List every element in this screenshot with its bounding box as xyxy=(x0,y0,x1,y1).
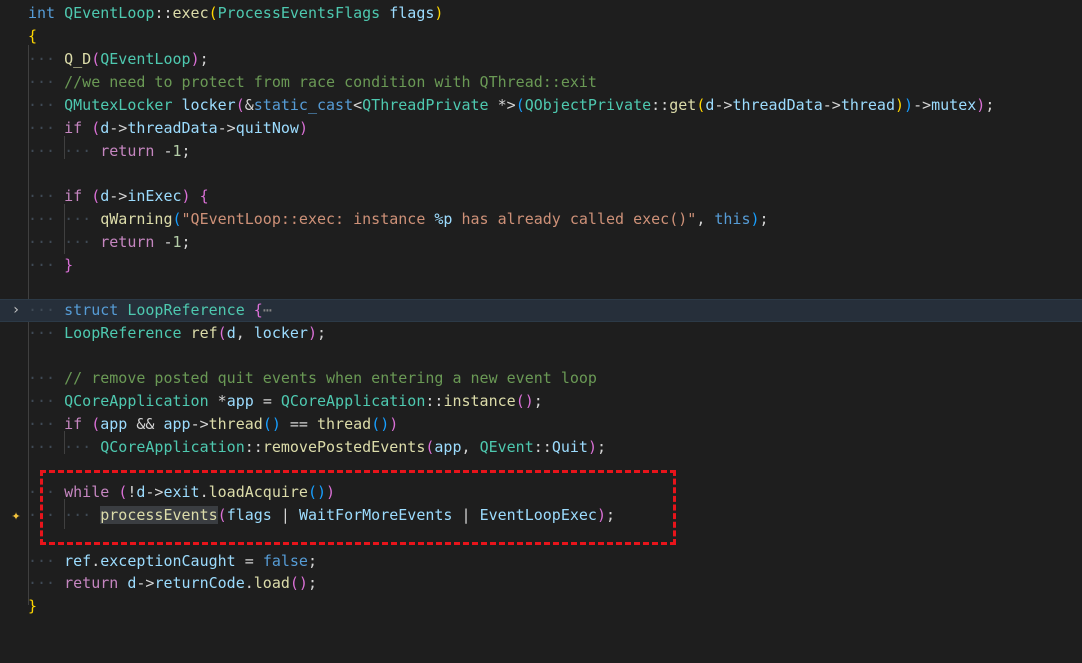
chevron-right-icon[interactable]: › xyxy=(9,300,23,321)
collapsed-region-marker[interactable]: ⋯ xyxy=(263,301,272,319)
code-line[interactable]: ··· //we need to protect from race condi… xyxy=(0,71,1082,94)
code-line[interactable] xyxy=(0,459,1082,482)
code-line[interactable]: ··· ··· return -1; xyxy=(0,140,1082,163)
code-line[interactable]: ··· LoopReference ref(d, locker); xyxy=(0,322,1082,345)
code-editor[interactable]: int QEventLoop::exec(ProcessEventsFlags … xyxy=(0,0,1082,632)
code-line[interactable]: ··· ··· return -1; xyxy=(0,231,1082,254)
code-line[interactable]: ··· // remove posted quit events when en… xyxy=(0,367,1082,390)
code-line[interactable]: ··· while (!d->exit.loadAcquire()) xyxy=(0,481,1082,504)
code-line[interactable]: ··· if (d->inExec) { xyxy=(0,185,1082,208)
code-line[interactable]: { xyxy=(0,25,1082,48)
code-line[interactable]: } xyxy=(0,595,1082,618)
code-line[interactable]: ✦ ··· ··· processEvents(flags | WaitForM… xyxy=(0,504,1082,527)
code-line[interactable] xyxy=(0,277,1082,300)
code-line[interactable]: ··· if (app && app->thread() == thread()… xyxy=(0,413,1082,436)
code-line[interactable] xyxy=(0,527,1082,550)
code-line-folded[interactable]: › ··· struct LoopReference {⋯ xyxy=(0,299,1082,322)
code-line[interactable]: ··· ··· QCoreApplication::removePostedEv… xyxy=(0,436,1082,459)
code-line[interactable]: ··· QMutexLocker locker(&static_cast<QTh… xyxy=(0,94,1082,117)
code-line[interactable]: ··· ··· qWarning("QEventLoop::exec: inst… xyxy=(0,208,1082,231)
sparkle-icon[interactable]: ✦ xyxy=(9,504,23,527)
code-line[interactable]: ··· QCoreApplication *app = QCoreApplica… xyxy=(0,390,1082,413)
code-line[interactable]: ··· ref.exceptionCaught = false; xyxy=(0,550,1082,573)
code-line[interactable] xyxy=(0,163,1082,186)
code-line[interactable] xyxy=(0,345,1082,368)
code-line[interactable]: ··· if (d->threadData->quitNow) xyxy=(0,117,1082,140)
code-line[interactable]: ··· Q_D(QEventLoop); xyxy=(0,48,1082,71)
code-line[interactable]: ··· return d->returnCode.load(); xyxy=(0,572,1082,595)
code-line[interactable]: int QEventLoop::exec(ProcessEventsFlags … xyxy=(0,2,1082,25)
code-line[interactable]: ··· } xyxy=(0,254,1082,277)
